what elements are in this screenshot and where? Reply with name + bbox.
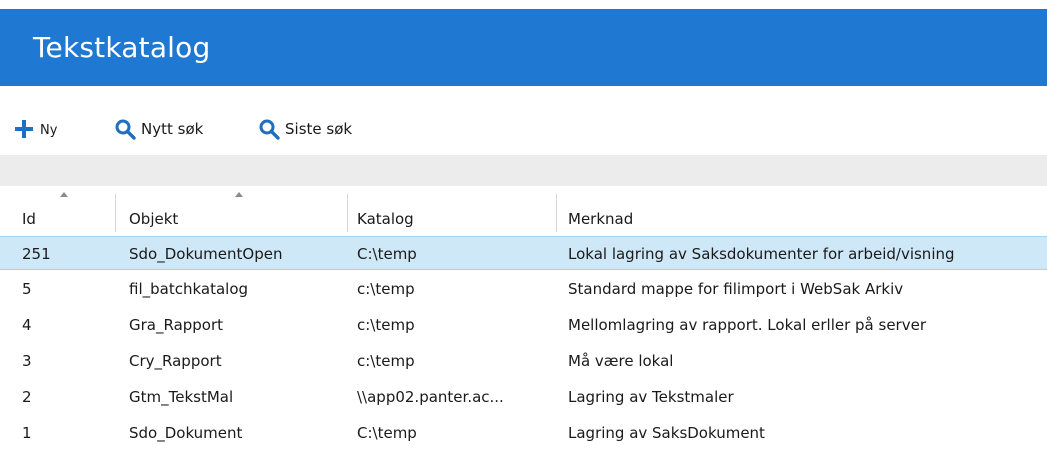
table-row[interactable]: 4 Gra_Rapport c:\temp Mellomlagring av r… bbox=[0, 308, 1047, 342]
cell-merknad: Lagring av Tekstmaler bbox=[568, 388, 734, 406]
last-search-button[interactable]: Siste søk bbox=[258, 114, 352, 144]
last-search-label: Siste søk bbox=[285, 120, 353, 138]
cell-katalog: c:\temp bbox=[357, 316, 415, 334]
toolbar: Ny Nytt søk Siste søk bbox=[0, 114, 600, 144]
grid-header: Id Objekt Katalog Merknad bbox=[0, 190, 1047, 234]
table-row[interactable]: 251 Sdo_DokumentOpen C:\temp Lokal lagri… bbox=[0, 236, 1047, 270]
cell-objekt: Sdo_DokumentOpen bbox=[129, 245, 283, 263]
cell-katalog: C:\temp bbox=[357, 245, 417, 263]
new-search-label: Nytt søk bbox=[141, 120, 204, 138]
column-header-katalog[interactable]: Katalog bbox=[357, 190, 553, 234]
cell-id: 3 bbox=[22, 352, 32, 370]
cell-objekt: Gra_Rapport bbox=[129, 316, 224, 334]
column-divider[interactable] bbox=[347, 194, 348, 232]
cell-merknad: Lokal lagring av Saksdokumenter for arbe… bbox=[568, 245, 955, 263]
cell-id: 2 bbox=[22, 388, 32, 406]
column-divider[interactable] bbox=[115, 194, 116, 232]
cell-merknad: Må være lokal bbox=[568, 352, 674, 370]
table-row[interactable]: 3 Cry_Rapport c:\temp Må være lokal bbox=[0, 344, 1047, 378]
cell-objekt: Gtm_TekstMal bbox=[129, 388, 234, 406]
cell-katalog: c:\temp bbox=[357, 280, 415, 298]
column-header-merknad[interactable]: Merknad bbox=[568, 190, 1038, 234]
table-row[interactable]: 2 Gtm_TekstMal \\app02.panter.ac... Lagr… bbox=[0, 380, 1047, 414]
sort-ascending-icon bbox=[235, 192, 243, 197]
title-bar: Tekstkatalog bbox=[0, 9, 1047, 86]
cell-merknad: Standard mappe for filimport i WebSak Ar… bbox=[568, 280, 904, 298]
search-icon bbox=[115, 119, 136, 140]
cell-merknad: Mellomlagring av rapport. Lokal erller p… bbox=[568, 316, 926, 334]
cell-katalog: \\app02.panter.ac... bbox=[357, 388, 504, 406]
search-icon bbox=[259, 119, 280, 140]
new-button-label: Ny bbox=[40, 123, 58, 138]
column-header-objekt[interactable]: Objekt bbox=[129, 190, 345, 234]
plus-icon bbox=[15, 120, 33, 138]
cell-id: 5 bbox=[22, 280, 32, 298]
cell-objekt: Cry_Rapport bbox=[129, 352, 222, 370]
cell-id: 4 bbox=[22, 316, 32, 334]
page-title: Tekstkatalog bbox=[33, 31, 211, 64]
sort-ascending-icon bbox=[60, 192, 68, 197]
table-row[interactable]: 5 fil_batchkatalog c:\temp Standard mapp… bbox=[0, 272, 1047, 306]
grouping-bar bbox=[0, 155, 1047, 186]
column-divider[interactable] bbox=[556, 194, 557, 232]
cell-katalog: c:\temp bbox=[357, 352, 415, 370]
cell-id: 251 bbox=[22, 245, 51, 263]
column-header-id[interactable]: Id bbox=[22, 190, 118, 234]
cell-objekt: fil_batchkatalog bbox=[129, 280, 249, 298]
new-button[interactable]: Ny bbox=[13, 114, 57, 144]
new-search-button[interactable]: Nytt søk bbox=[114, 114, 203, 144]
